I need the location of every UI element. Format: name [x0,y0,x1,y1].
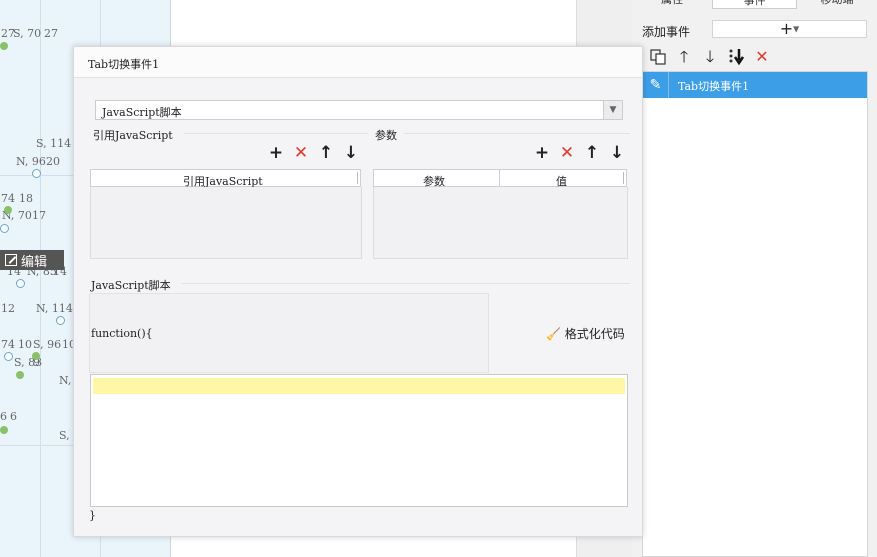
ref-js-label: 引用JavaScript [93,129,173,142]
map-point[interactable] [4,206,12,214]
divider [404,133,630,134]
divider [184,133,368,134]
move-up-icon[interactable]: ↑ [318,145,334,162]
tab-events[interactable]: 事件 [712,0,797,9]
event-panel: 属性 事件 移动端 添加事件 +▼ 🡑 🡓 ✕ ✎ Tab切换事件1 [632,0,877,557]
pencil-icon[interactable]: ✎ [643,72,669,98]
move-down-icon[interactable]: ↓ [609,145,625,162]
add-event-label: 添加事件 [642,25,691,39]
map-coordinate: 6 [0,410,7,423]
function-header-area: function(){ [89,293,489,373]
script-label: JavaScript脚本 [91,279,171,292]
map-point[interactable] [16,371,24,379]
event-type-value: JavaScript脚本 [102,106,182,119]
map-coordinate: 6 [10,410,17,423]
divider [623,172,624,184]
script-editor[interactable] [90,374,628,507]
ref-js-table-header: 引用JavaScript [90,169,361,188]
map-coordinate: N, 114 [36,302,73,315]
add-icon[interactable]: + [268,145,284,162]
tab-properties[interactable]: 属性 [632,0,712,9]
event-dialog: Tab切换事件1 JavaScript脚本 ▼ 引用JavaScript + ✕… [73,46,643,537]
dialog-title: Tab切换事件1 [88,58,160,71]
map-point[interactable] [32,352,40,360]
format-code-label: 格式化代码 [564,327,625,341]
map-coordinate: 74 [1,338,15,351]
move-down-icon[interactable]: 🡓 [701,46,719,68]
map-coordinate: 10 [18,338,32,351]
map-coordinate: S, [59,429,70,442]
map-point[interactable] [0,426,8,434]
map-point[interactable] [16,279,25,288]
map-coordinate: N, 96 [16,155,46,168]
dialog-header: Tab切换事件1 [74,47,642,78]
current-line-highlight [93,378,625,394]
event-item-label: Tab切换事件1 [678,80,750,93]
event-toolbar: 🡑 🡓 ✕ [642,46,872,72]
function-open-text: function(){ [91,327,153,340]
params-table[interactable] [373,187,628,259]
move-down-icon[interactable]: ↓ [343,145,359,162]
divider [182,283,630,284]
map-point[interactable] [56,316,65,325]
chevron-down-icon[interactable]: ▼ [603,101,622,119]
map-coordinate: 27 [44,27,58,40]
delete-icon[interactable]: ✕ [753,46,771,68]
map-coordinate: 20 [46,155,60,168]
delete-icon[interactable]: ✕ [559,145,575,162]
plus-icon: + [779,19,794,38]
event-type-select[interactable]: JavaScript脚本 ▼ [95,100,623,120]
map-coordinate: S, 96 [33,338,62,351]
broom-icon: 🧹 [546,327,561,341]
map-coordinate: 74 [1,192,15,205]
move-bottom-icon[interactable] [727,46,745,68]
map-coordinate: S, 70 [13,27,42,40]
params-table-header: 参数 值 [373,169,627,188]
map-point[interactable] [0,224,9,233]
ref-js-table[interactable] [90,187,362,259]
move-up-icon[interactable]: 🡑 [675,46,693,68]
panel-tabs: 属性 事件 移动端 [632,0,877,9]
map-coordinate: 17 [32,209,46,222]
function-close-text: } [89,509,96,522]
map-point[interactable] [0,42,8,50]
add-icon[interactable]: + [534,145,550,162]
event-list: ✎ Tab切换事件1 [642,71,868,557]
format-code-button[interactable]: 🧹 格式化代码 [546,325,625,342]
chevron-down-icon: ▼ [793,24,800,34]
edit-button-label: 编辑 [21,254,48,270]
add-event-dropdown[interactable]: +▼ [712,20,867,38]
map-coordinate: 18 [19,192,33,205]
move-up-icon[interactable]: ↑ [584,145,600,162]
grid-line [40,0,41,557]
map-point[interactable] [32,169,41,178]
params-label: 参数 [375,129,397,142]
delete-icon[interactable]: ✕ [293,145,309,162]
event-list-item[interactable]: ✎ Tab切换事件1 [643,72,867,98]
map-coordinate: N, [59,374,72,387]
copy-icon[interactable] [649,46,667,68]
edit-icon [5,254,17,266]
divider [499,170,500,186]
map-coordinate: 12 [1,302,15,315]
map-point[interactable] [4,352,13,361]
divider [357,172,358,184]
map-coordinate: S, 114 [36,137,72,150]
edit-button[interactable]: 编辑 [0,250,64,270]
tab-mobile[interactable]: 移动端 [797,0,877,9]
